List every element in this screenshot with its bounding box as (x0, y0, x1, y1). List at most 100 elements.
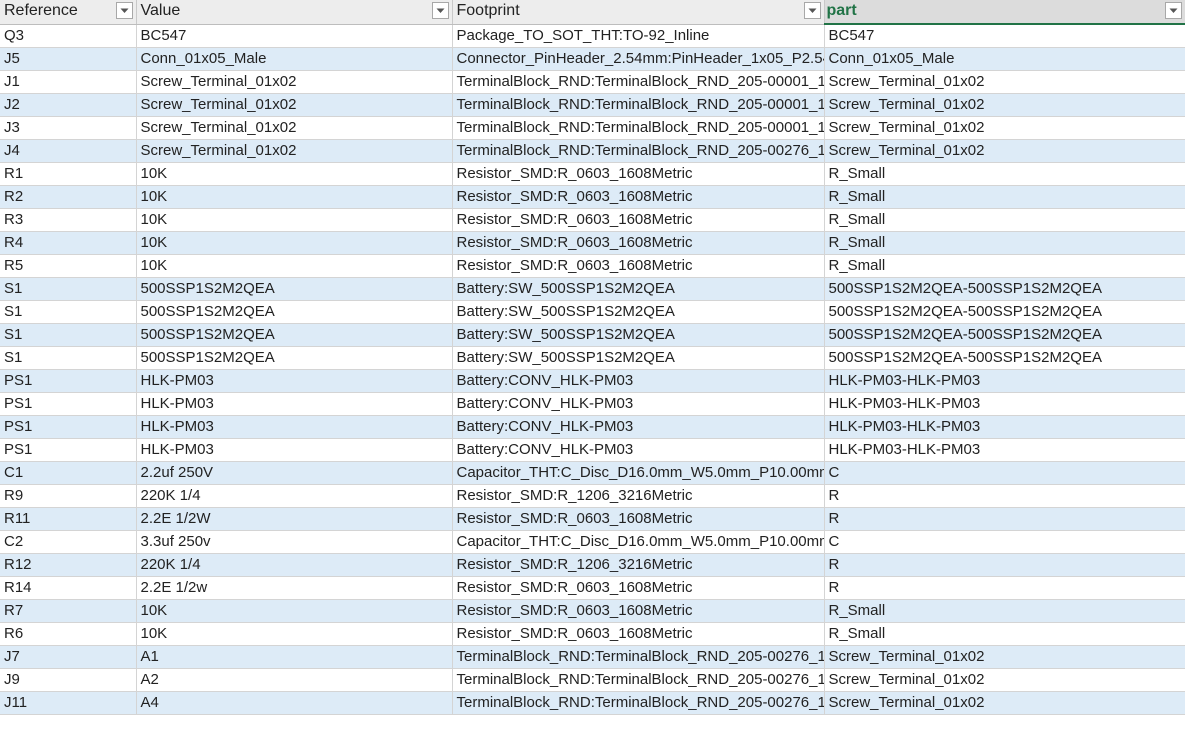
cell-part[interactable]: 500SSP1S2M2QEA-500SSP1S2M2QEA (824, 323, 1185, 347)
cell-part[interactable]: Screw_Terminal_01x02 (824, 645, 1185, 669)
cell-footprint[interactable]: TerminalBlock_RND:TerminalBlock_RND_205-… (452, 70, 825, 94)
cell-value[interactable]: 10K (136, 231, 453, 255)
cell-value[interactable]: A1 (136, 645, 453, 669)
cell-reference[interactable]: R14 (0, 576, 137, 600)
cell-part[interactable]: R_Small (824, 254, 1185, 278)
cell-part[interactable]: Conn_01x05_Male (824, 47, 1185, 71)
cell-footprint[interactable]: Battery:SW_500SSP1S2M2QEA (452, 346, 825, 370)
filter-dropdown-button[interactable] (115, 2, 133, 19)
cell-reference[interactable]: S1 (0, 300, 137, 324)
cell-part[interactable]: 500SSP1S2M2QEA-500SSP1S2M2QEA (824, 346, 1185, 370)
cell-value[interactable]: HLK-PM03 (136, 392, 453, 416)
cell-footprint[interactable]: TerminalBlock_RND:TerminalBlock_RND_205-… (452, 93, 825, 117)
cell-reference[interactable]: R6 (0, 622, 137, 646)
cell-footprint[interactable]: Resistor_SMD:R_1206_3216Metric (452, 553, 825, 577)
cell-footprint[interactable]: Battery:SW_500SSP1S2M2QEA (452, 323, 825, 347)
cell-footprint[interactable]: Resistor_SMD:R_0603_1608Metric (452, 185, 825, 209)
cell-part[interactable]: R_Small (824, 185, 1185, 209)
cell-footprint[interactable]: Battery:CONV_HLK-PM03 (452, 392, 825, 416)
cell-footprint[interactable]: Resistor_SMD:R_0603_1608Metric (452, 622, 825, 646)
cell-value[interactable]: 10K (136, 185, 453, 209)
cell-footprint[interactable]: Capacitor_THT:C_Disc_D16.0mm_W5.0mm_P10.… (452, 530, 825, 554)
cell-reference[interactable]: PS1 (0, 369, 137, 393)
cell-part[interactable]: Screw_Terminal_01x02 (824, 116, 1185, 140)
cell-part[interactable]: HLK-PM03-HLK-PM03 (824, 392, 1185, 416)
cell-reference[interactable]: Q3 (0, 24, 137, 48)
cell-footprint[interactable]: Battery:CONV_HLK-PM03 (452, 438, 825, 462)
cell-footprint[interactable]: Battery:SW_500SSP1S2M2QEA (452, 300, 825, 324)
cell-footprint[interactable]: Resistor_SMD:R_0603_1608Metric (452, 599, 825, 623)
cell-part[interactable]: BC547 (824, 24, 1185, 48)
cell-footprint[interactable]: Battery:CONV_HLK-PM03 (452, 415, 825, 439)
cell-footprint[interactable]: Resistor_SMD:R_0603_1608Metric (452, 208, 825, 232)
cell-part[interactable]: C (824, 461, 1185, 485)
cell-footprint[interactable]: TerminalBlock_RND:TerminalBlock_RND_205-… (452, 668, 825, 692)
cell-reference[interactable]: R11 (0, 507, 137, 531)
cell-footprint[interactable]: TerminalBlock_RND:TerminalBlock_RND_205-… (452, 691, 825, 715)
cell-value[interactable]: BC547 (136, 24, 453, 48)
cell-value[interactable]: A4 (136, 691, 453, 715)
cell-value[interactable]: Screw_Terminal_01x02 (136, 70, 453, 94)
cell-part[interactable]: R_Small (824, 231, 1185, 255)
cell-value[interactable]: 2.2uf 250V (136, 461, 453, 485)
cell-value[interactable]: 500SSP1S2M2QEA (136, 323, 453, 347)
cell-part[interactable]: R (824, 553, 1185, 577)
cell-value[interactable]: A2 (136, 668, 453, 692)
cell-part[interactable]: HLK-PM03-HLK-PM03 (824, 415, 1185, 439)
cell-value[interactable]: HLK-PM03 (136, 369, 453, 393)
filter-dropdown-button[interactable] (431, 2, 449, 19)
cell-reference[interactable]: R12 (0, 553, 137, 577)
cell-part[interactable]: 500SSP1S2M2QEA-500SSP1S2M2QEA (824, 277, 1185, 301)
cell-reference[interactable]: R4 (0, 231, 137, 255)
cell-footprint[interactable]: Resistor_SMD:R_0603_1608Metric (452, 231, 825, 255)
cell-footprint[interactable]: Resistor_SMD:R_0603_1608Metric (452, 576, 825, 600)
cell-footprint[interactable]: Battery:CONV_HLK-PM03 (452, 369, 825, 393)
cell-reference[interactable]: J11 (0, 691, 137, 715)
cell-value[interactable]: 10K (136, 208, 453, 232)
cell-value[interactable]: 220K 1/4 (136, 553, 453, 577)
column-header-footprint[interactable]: Footprint (452, 0, 825, 25)
cell-value[interactable]: Conn_01x05_Male (136, 47, 453, 71)
cell-reference[interactable]: C1 (0, 461, 137, 485)
cell-reference[interactable]: PS1 (0, 415, 137, 439)
cell-reference[interactable]: R3 (0, 208, 137, 232)
cell-reference[interactable]: C2 (0, 530, 137, 554)
column-header-reference[interactable]: Reference (0, 0, 137, 25)
cell-footprint[interactable]: Connector_PinHeader_2.54mm:PinHeader_1x0… (452, 47, 825, 71)
cell-footprint[interactable]: TerminalBlock_RND:TerminalBlock_RND_205-… (452, 645, 825, 669)
cell-footprint[interactable]: Resistor_SMD:R_0603_1608Metric (452, 254, 825, 278)
cell-reference[interactable]: S1 (0, 323, 137, 347)
cell-part[interactable]: 500SSP1S2M2QEA-500SSP1S2M2QEA (824, 300, 1185, 324)
cell-reference[interactable]: S1 (0, 277, 137, 301)
filter-dropdown-button[interactable] (803, 2, 821, 19)
cell-reference[interactable]: PS1 (0, 438, 137, 462)
cell-value[interactable]: 10K (136, 254, 453, 278)
cell-footprint[interactable]: TerminalBlock_RND:TerminalBlock_RND_205-… (452, 139, 825, 163)
cell-value[interactable]: 3.3uf 250v (136, 530, 453, 554)
cell-value[interactable]: 500SSP1S2M2QEA (136, 300, 453, 324)
cell-footprint[interactable]: Resistor_SMD:R_0603_1608Metric (452, 162, 825, 186)
cell-reference[interactable]: J4 (0, 139, 137, 163)
cell-reference[interactable]: J5 (0, 47, 137, 71)
cell-part[interactable]: Screw_Terminal_01x02 (824, 139, 1185, 163)
cell-part[interactable]: Screw_Terminal_01x02 (824, 691, 1185, 715)
cell-value[interactable]: 500SSP1S2M2QEA (136, 277, 453, 301)
cell-part[interactable]: R (824, 507, 1185, 531)
cell-reference[interactable]: J7 (0, 645, 137, 669)
cell-part[interactable]: HLK-PM03-HLK-PM03 (824, 369, 1185, 393)
cell-part[interactable]: HLK-PM03-HLK-PM03 (824, 438, 1185, 462)
column-header-part[interactable]: part (824, 0, 1185, 25)
cell-footprint[interactable]: Resistor_SMD:R_0603_1608Metric (452, 507, 825, 531)
cell-reference[interactable]: J9 (0, 668, 137, 692)
cell-part[interactable]: R (824, 484, 1185, 508)
cell-value[interactable]: Screw_Terminal_01x02 (136, 93, 453, 117)
cell-reference[interactable]: PS1 (0, 392, 137, 416)
column-header-value[interactable]: Value (136, 0, 453, 25)
cell-part[interactable]: R_Small (824, 622, 1185, 646)
cell-value[interactable]: 220K 1/4 (136, 484, 453, 508)
cell-part[interactable]: R_Small (824, 208, 1185, 232)
cell-part[interactable]: R (824, 576, 1185, 600)
cell-value[interactable]: 2.2E 1/2w (136, 576, 453, 600)
cell-reference[interactable]: J2 (0, 93, 137, 117)
cell-value[interactable]: Screw_Terminal_01x02 (136, 116, 453, 140)
